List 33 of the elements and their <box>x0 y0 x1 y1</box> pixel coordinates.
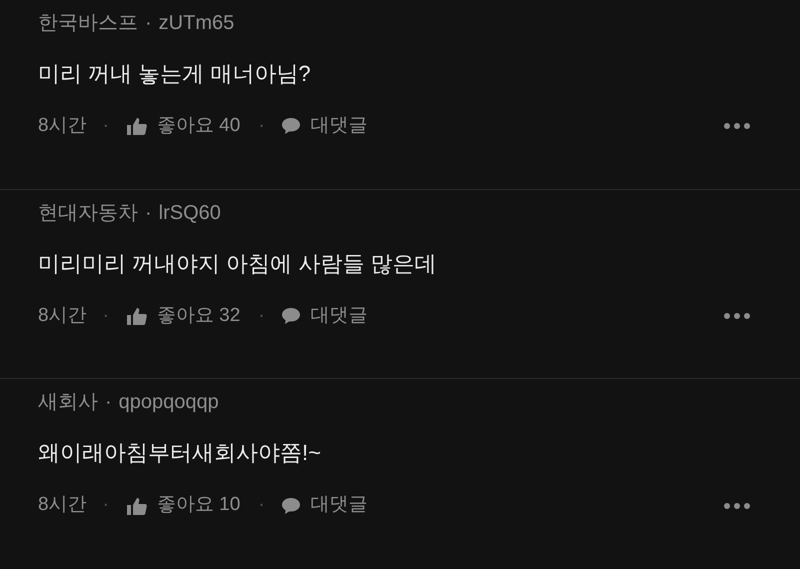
separator-dot: · <box>258 493 265 518</box>
like-button[interactable]: 좋아요 32 <box>126 302 240 330</box>
comment-text: 왜이래아침부터새회사야쫌!~ <box>38 439 322 468</box>
separator-dot: · <box>102 493 109 518</box>
company-name: 한국바스프 <box>38 11 138 36</box>
comment-text: 미리 꺼내 놓는게 매너아님? <box>38 60 312 88</box>
company-name: 새회사 <box>38 390 98 416</box>
comment-text: 미리미리 꺼내야지 아침에 사람들 많은데 <box>38 250 438 278</box>
timestamp: 8시간 <box>38 304 87 328</box>
separator-dot: · <box>105 390 112 416</box>
separator-dot: · <box>145 11 152 36</box>
speech-bubble-icon <box>280 306 301 325</box>
separator-dot: · <box>102 304 109 328</box>
reply-button[interactable]: 대댓글 <box>280 302 368 330</box>
like-button[interactable]: 좋아요 10 <box>126 491 240 520</box>
username: qpopqoqqp <box>118 390 219 416</box>
speech-bubble-icon <box>280 496 301 515</box>
reply-button[interactable]: 대댓글 <box>280 491 368 520</box>
username: zUTm65 <box>158 11 234 36</box>
like-button[interactable]: 좋아요 40 <box>126 112 240 140</box>
separator-dot: · <box>102 114 109 138</box>
thumbs-up-icon <box>126 117 147 136</box>
timestamp: 8시간 <box>38 114 87 138</box>
reply-button[interactable]: 대댓글 <box>280 112 368 140</box>
timestamp: 8시간 <box>38 493 87 518</box>
separator-dot: · <box>258 114 265 138</box>
username: lrSQ60 <box>158 200 221 226</box>
thumbs-up-icon <box>126 306 147 325</box>
separator-dot: · <box>258 304 265 328</box>
thumbs-up-icon <box>126 496 147 515</box>
speech-bubble-icon <box>280 117 301 136</box>
company-name: 현대자동차 <box>38 200 138 226</box>
separator-dot: · <box>145 200 152 226</box>
